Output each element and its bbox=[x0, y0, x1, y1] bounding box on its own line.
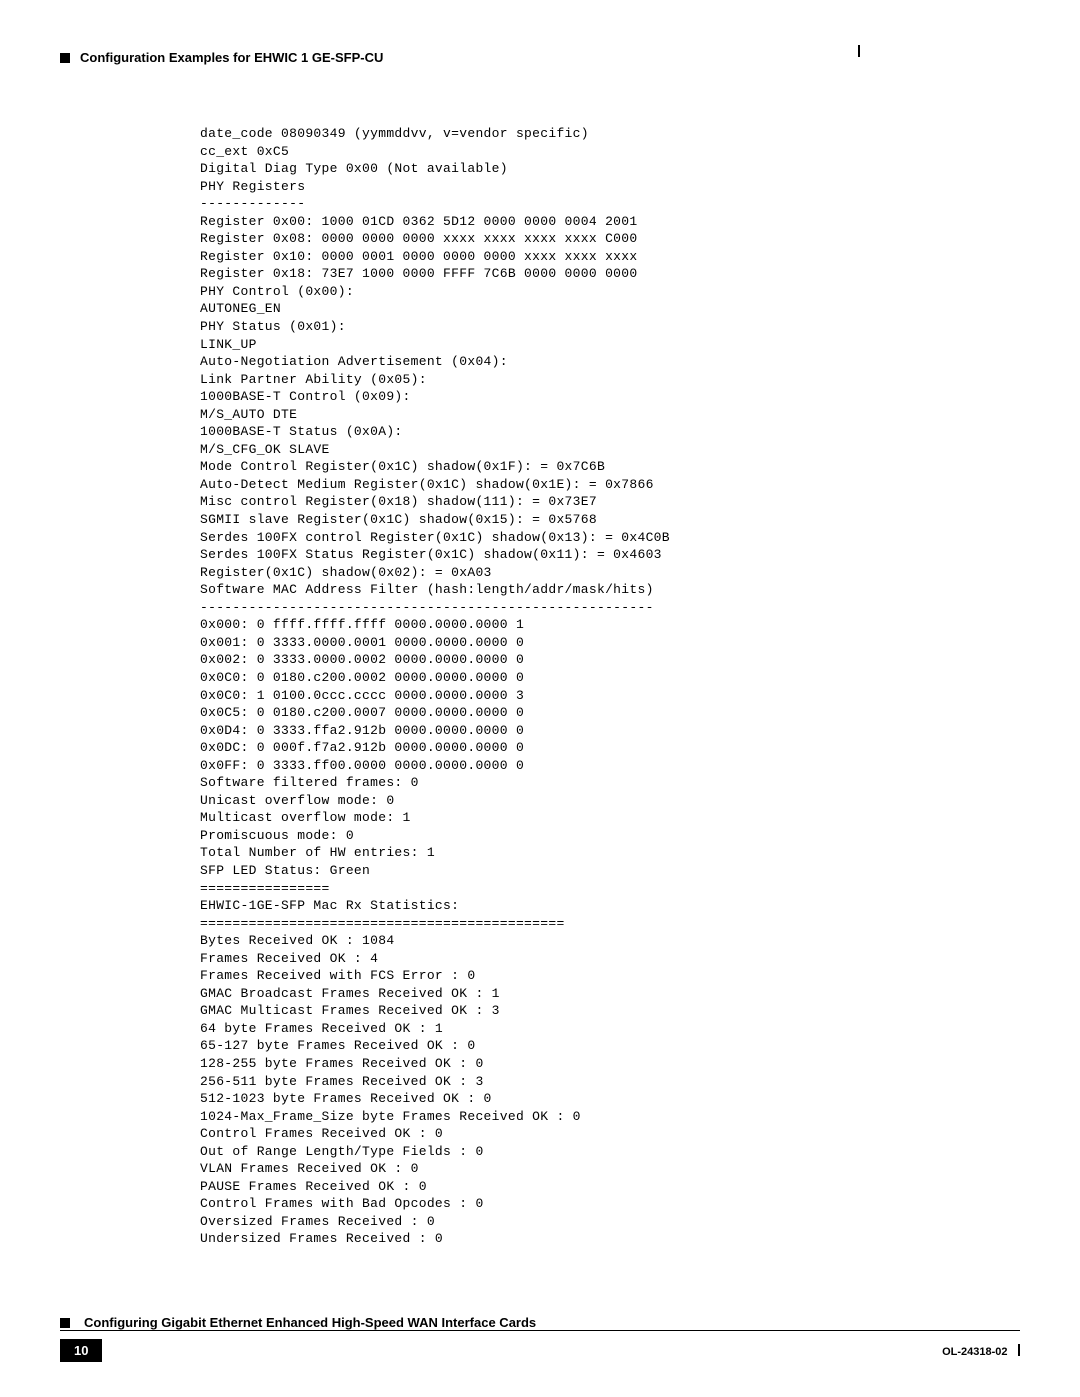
page-number: 10 bbox=[60, 1339, 102, 1362]
page-header: Configuration Examples for EHWIC 1 GE-SF… bbox=[60, 50, 1020, 65]
header-bullet-icon bbox=[60, 53, 70, 63]
header-title: Configuration Examples for EHWIC 1 GE-SF… bbox=[80, 50, 383, 65]
footer-bullet-icon bbox=[60, 1318, 70, 1328]
page-footer: Configuring Gigabit Ethernet Enhanced Hi… bbox=[60, 1315, 1020, 1362]
doc-id-separator-icon bbox=[1018, 1344, 1020, 1356]
footer-title: Configuring Gigabit Ethernet Enhanced Hi… bbox=[84, 1315, 536, 1330]
document-id: OL-24318-02 bbox=[942, 1346, 1007, 1358]
footer-divider bbox=[60, 1330, 1020, 1331]
page-mark bbox=[858, 45, 860, 57]
terminal-output: date_code 08090349 (yymmddvv, v=vendor s… bbox=[200, 125, 1020, 1248]
